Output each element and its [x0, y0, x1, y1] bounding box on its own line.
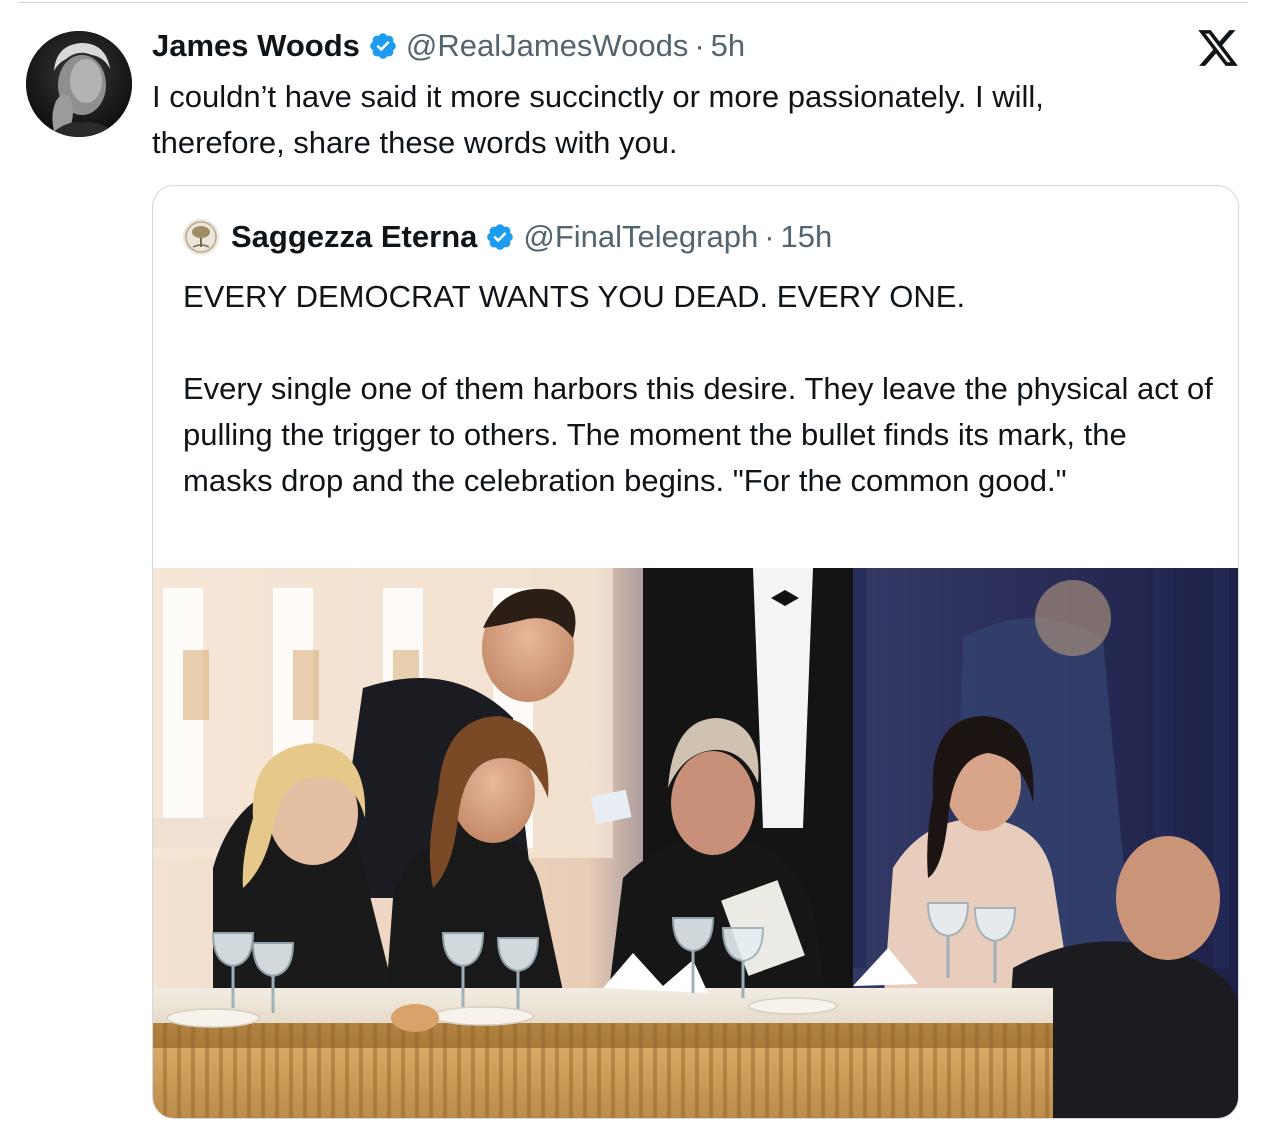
header-separator: ·: [694, 28, 705, 63]
author-name[interactable]: James Woods: [152, 28, 360, 64]
tweet-header: James Woods @RealJamesWoods · 5h: [152, 26, 745, 66]
quoted-text-paragraph: Every single one of them harbors this de…: [183, 371, 1213, 498]
verified-badge-icon: [368, 31, 398, 61]
quoted-tweet-header: Saggezza Eterna @FinalTelegraph · 15h: [183, 216, 832, 258]
quoted-tweet-timestamp[interactable]: 15h: [781, 219, 833, 255]
author-handle[interactable]: @RealJamesWoods: [406, 28, 688, 64]
quoted-tweet-text: EVERY DEMOCRAT WANTS YOU DEAD. EVERY ONE…: [183, 274, 1213, 504]
header-separator: ·: [764, 219, 775, 254]
quoted-tweet-card[interactable]: Saggezza Eterna @FinalTelegraph · 15h EV…: [152, 185, 1239, 1119]
quoted-text-paragraph: EVERY DEMOCRAT WANTS YOU DEAD. EVERY ONE…: [183, 279, 966, 314]
author-avatar[interactable]: [26, 31, 132, 137]
verified-badge-icon: [485, 222, 515, 252]
x-logo-icon[interactable]: [1196, 26, 1240, 70]
quoted-tweet-photo[interactable]: [153, 568, 1238, 1118]
quoted-author-handle[interactable]: @FinalTelegraph: [523, 219, 758, 255]
quoted-author-avatar[interactable]: [183, 219, 219, 255]
quoted-author-name[interactable]: Saggezza Eterna: [231, 219, 477, 255]
tweet-timestamp[interactable]: 5h: [711, 28, 745, 64]
tweet-text: I couldn’t have said it more succinctly …: [152, 79, 1044, 160]
top-divider: [18, 2, 1248, 3]
